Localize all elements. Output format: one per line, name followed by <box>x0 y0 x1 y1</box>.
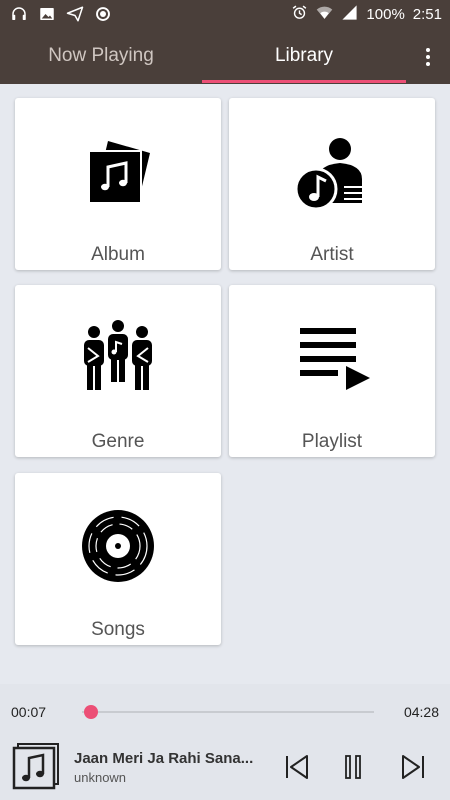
genre-label: Genre <box>91 431 145 452</box>
tab-now-playing[interactable]: Now Playing <box>0 28 202 84</box>
wifi-icon <box>316 4 333 25</box>
mini-player: 00:07 04:28 Jaan Meri Ja Rahi Sana... un… <box>0 684 450 800</box>
battery-level: 100% <box>366 6 405 23</box>
album-icon <box>15 126 221 216</box>
artist-label: Artist <box>310 244 354 265</box>
signal-icon <box>341 4 358 25</box>
pause-button[interactable] <box>338 752 368 782</box>
seek-bar[interactable] <box>82 711 374 713</box>
previous-button[interactable] <box>282 752 312 782</box>
artist-card[interactable]: Artist <box>229 98 435 270</box>
tab-bar: Now Playing Library <box>0 28 450 84</box>
next-icon <box>402 755 424 779</box>
library-grid: Album Artist Genre Playlist Songs <box>0 84 450 684</box>
album-art[interactable] <box>12 742 60 790</box>
clock: 2:51 <box>412 6 442 23</box>
alarm-icon <box>291 4 308 25</box>
headphones-icon <box>10 5 28 28</box>
music-note-icon <box>12 743 59 790</box>
seek-thumb[interactable] <box>83 705 98 719</box>
genre-card[interactable]: Genre <box>15 285 221 457</box>
system-status: 100% 2:51 <box>291 4 442 25</box>
genre-icon <box>15 313 221 403</box>
song-title[interactable]: Jaan Meri Ja Rahi Sana... <box>74 750 254 767</box>
playlist-card[interactable]: Playlist <box>229 285 435 457</box>
tab-library[interactable]: Library <box>202 28 406 84</box>
previous-icon <box>286 755 308 779</box>
record-icon <box>94 5 112 28</box>
current-time: 00:07 <box>11 704 47 720</box>
notification-icons <box>10 5 112 28</box>
artist-icon <box>229 126 435 216</box>
total-time: 04:28 <box>403 704 439 720</box>
album-label: Album <box>91 244 145 265</box>
next-button[interactable] <box>398 752 428 782</box>
vinyl-record-icon <box>15 501 221 591</box>
playlist-label: Playlist <box>301 431 363 452</box>
playlist-icon <box>229 313 435 403</box>
image-icon <box>38 5 56 28</box>
album-card[interactable]: Album <box>15 98 221 270</box>
songs-label: Songs <box>91 619 145 640</box>
send-icon <box>66 5 84 28</box>
song-artist: unknown <box>74 770 127 785</box>
songs-card[interactable]: Songs <box>15 473 221 645</box>
active-tab-indicator <box>202 80 406 83</box>
pause-icon <box>345 755 361 779</box>
more-options-icon[interactable] <box>420 46 436 68</box>
status-bar: 100% 2:51 <box>0 0 450 28</box>
